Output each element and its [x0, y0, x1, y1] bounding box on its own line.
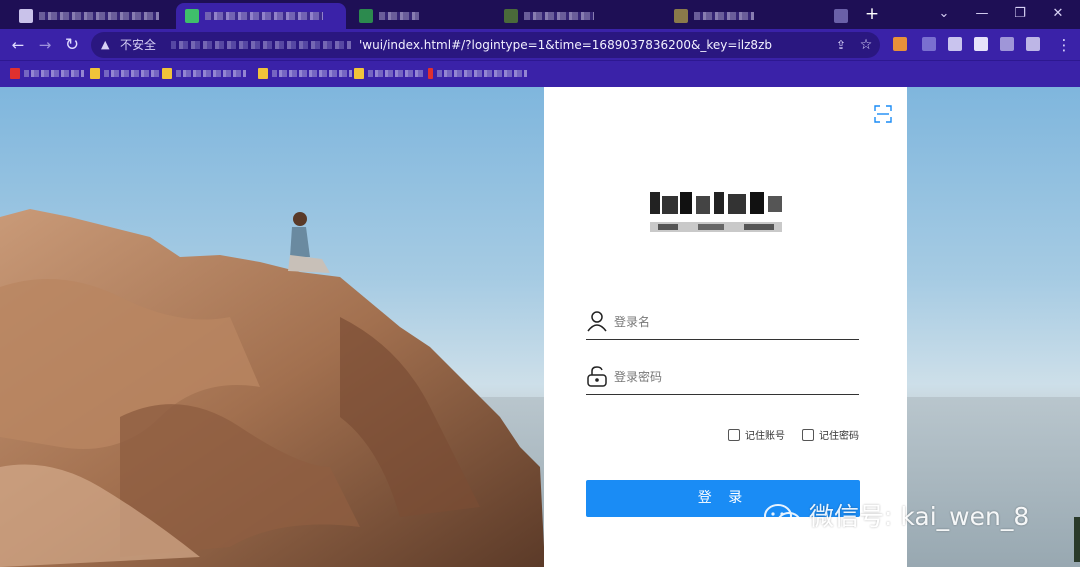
lock-icon — [587, 366, 607, 387]
username-input[interactable] — [614, 311, 854, 333]
browser-menu-icon[interactable]: ⋮ — [1052, 33, 1076, 57]
address-bar[interactable]: ▲ 不安全 'wui/index.html#/?logintype=1&time… — [91, 32, 880, 58]
browser-tab[interactable] — [665, 3, 815, 29]
browser-tab[interactable] — [10, 3, 170, 29]
tab-search-button[interactable]: ⌄ — [925, 0, 963, 29]
remember-password-checkbox[interactable]: 记住密码 — [802, 429, 859, 444]
new-tab-button[interactable]: + — [862, 3, 882, 25]
browser-toolbar: ← → ↻ ▲ 不安全 'wui/index.html#/?logintype=… — [0, 29, 1080, 60]
checkbox-box[interactable] — [728, 429, 740, 441]
tab-favicon-icon — [504, 9, 518, 23]
login-panel: 记住账号 记住密码 登 录 — [544, 87, 907, 567]
username-field — [586, 305, 859, 340]
browser-tab-strip: + ⌄ — ❐ ✕ — [0, 0, 1080, 29]
page-viewport: 记住账号 记住密码 登 录 微信号: kai_wen_8 — [0, 87, 1080, 567]
remember-password-label: 记住密码 — [819, 431, 859, 442]
tab-favicon-icon — [359, 9, 373, 23]
url-host-redacted — [171, 41, 351, 49]
bookmark-item[interactable] — [10, 68, 84, 80]
scan-icon[interactable] — [873, 104, 893, 124]
bookmark-item[interactable] — [428, 68, 527, 80]
extension-icon[interactable] — [948, 37, 962, 51]
share-icon[interactable]: ⇪ — [831, 32, 851, 58]
watermark-text: 微信号: kai_wen_8 — [809, 502, 1030, 531]
tab-favicon-icon — [185, 9, 199, 23]
background-rock-photo — [0, 209, 545, 567]
browser-tab[interactable] — [350, 3, 490, 29]
extension-icon[interactable] — [1026, 37, 1040, 51]
reload-button[interactable]: ↻ — [60, 33, 84, 57]
extension-icon[interactable] — [974, 37, 988, 51]
browser-tab[interactable] — [495, 3, 655, 29]
url-text[interactable]: 'wui/index.html#/?logintype=1&time=16890… — [359, 32, 772, 58]
wechat-watermark: 微信号: kai_wen_8 — [763, 500, 1029, 534]
tab-favicon-icon — [674, 9, 688, 23]
security-label[interactable]: 不安全 — [120, 32, 156, 58]
forward-button[interactable]: → — [33, 33, 57, 57]
back-button[interactable]: ← — [6, 33, 30, 57]
checkbox-box[interactable] — [802, 429, 814, 441]
password-field — [586, 360, 859, 395]
person-figure — [288, 212, 330, 273]
minimize-button[interactable]: — — [963, 0, 1001, 29]
extension-icon[interactable] — [893, 37, 907, 51]
bookmark-item[interactable] — [90, 68, 159, 80]
bookmark-star-icon[interactable]: ☆ — [856, 32, 876, 58]
wechat-icon — [764, 504, 801, 532]
remember-account-checkbox[interactable]: 记住账号 — [728, 429, 785, 444]
company-logo — [650, 192, 782, 232]
user-icon — [587, 311, 607, 332]
browser-tab[interactable] — [825, 3, 860, 29]
close-window-button[interactable]: ✕ — [1039, 0, 1077, 29]
extension-icon[interactable] — [922, 37, 936, 51]
browser-tab-active[interactable] — [176, 3, 346, 29]
warning-icon: ▲ — [101, 38, 110, 51]
side-widget — [1074, 517, 1080, 562]
bookmarks-bar — [0, 60, 1080, 88]
tab-favicon-icon — [19, 9, 33, 23]
password-input[interactable] — [614, 366, 854, 388]
maximize-button[interactable]: ❐ — [1001, 0, 1039, 29]
bookmark-item[interactable] — [354, 68, 423, 80]
remember-account-label: 记住账号 — [745, 431, 785, 442]
extension-icon[interactable] — [1000, 37, 1014, 51]
bookmark-item[interactable] — [258, 68, 352, 80]
bookmark-item[interactable] — [162, 68, 246, 80]
tab-favicon-icon — [834, 9, 848, 23]
